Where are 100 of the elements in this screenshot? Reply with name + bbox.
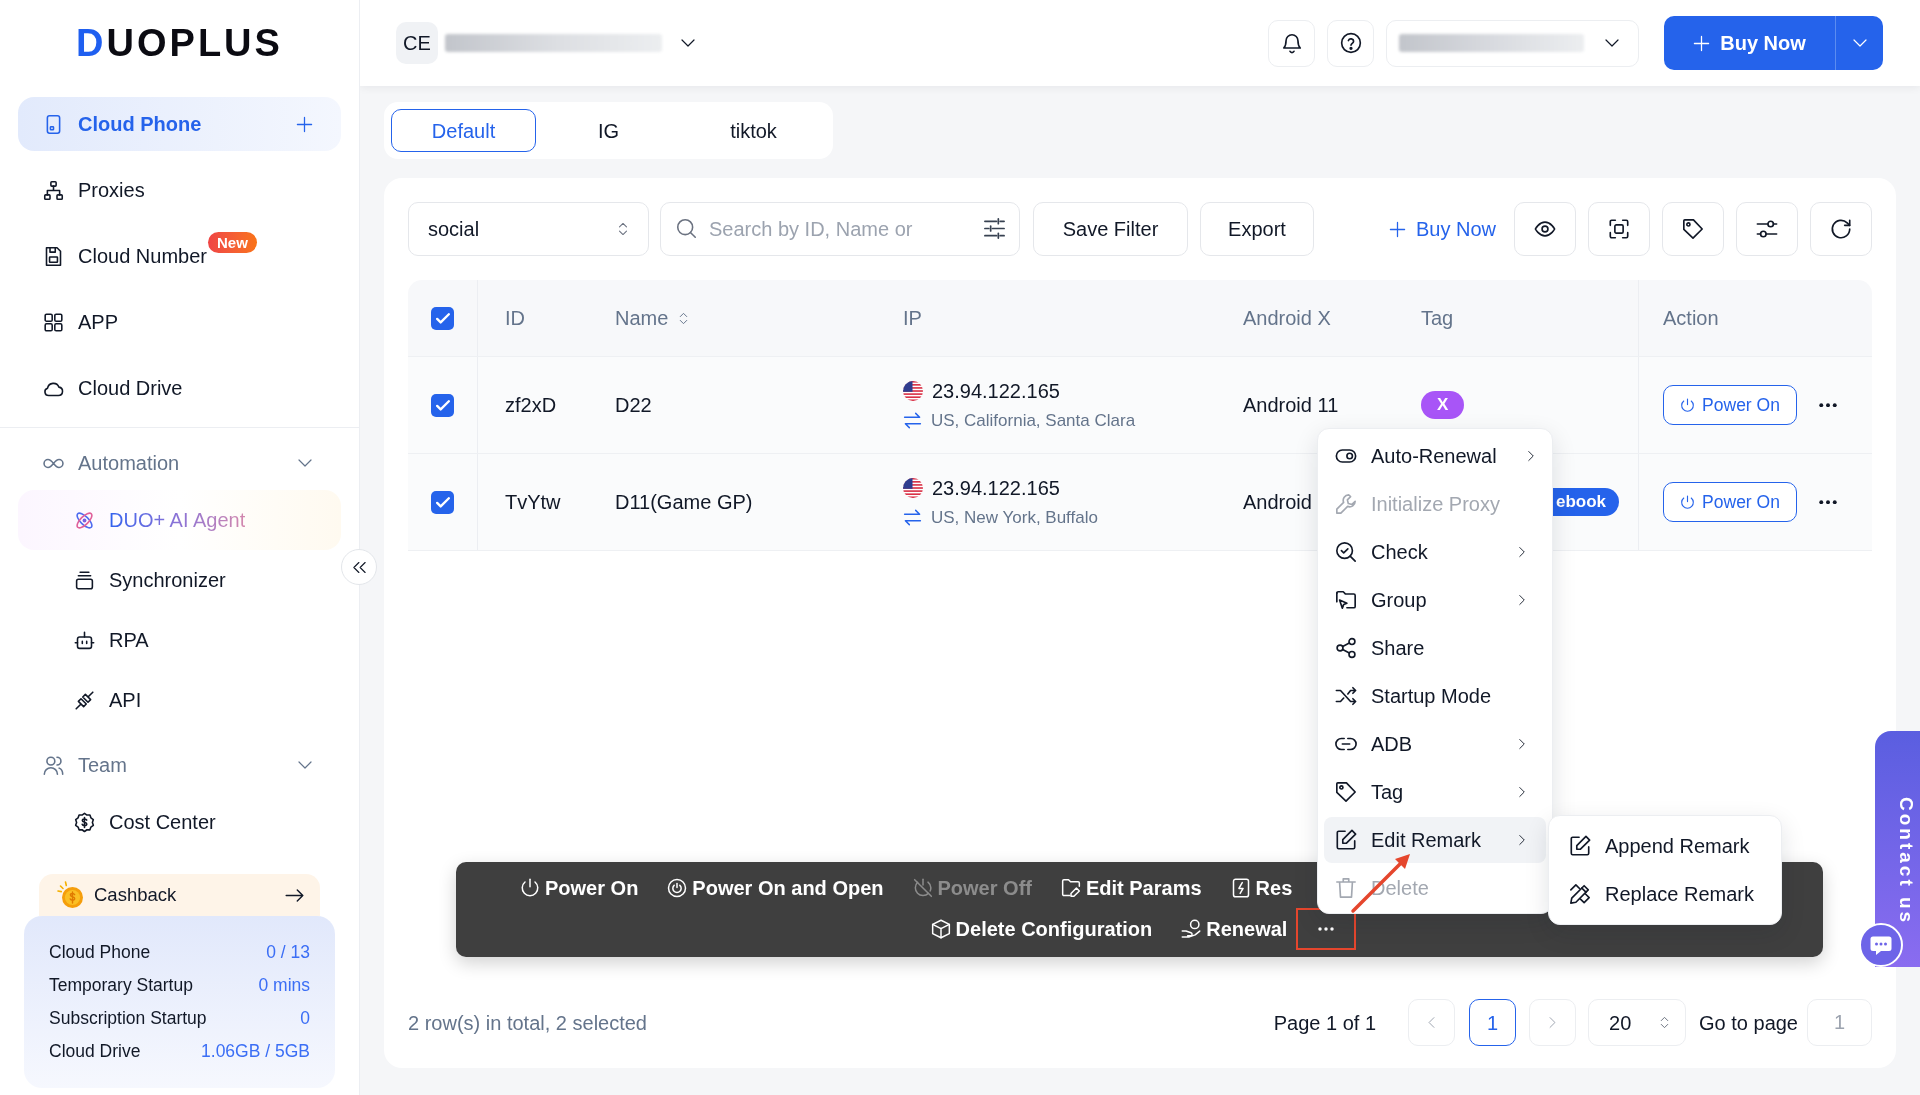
atom-icon [74, 509, 95, 531]
search-field[interactable]: Search by ID, Name or [660, 202, 1020, 256]
collapse-button[interactable] [341, 549, 377, 585]
visibility-button[interactable] [1514, 202, 1576, 256]
tag-icon [1682, 218, 1704, 240]
device-name: D22 [615, 393, 652, 418]
checkbox[interactable] [431, 306, 454, 330]
sidebar-section[interactable]: Team [18, 738, 341, 792]
coin-icon [57, 881, 85, 909]
sidebar-item[interactable]: Cost Center [18, 792, 341, 852]
plug-icon [74, 689, 95, 711]
bulk-action-button[interactable]: Power On and Open [667, 873, 884, 903]
help-button[interactable] [1327, 19, 1374, 67]
menu-item[interactable]: Share [1324, 625, 1546, 671]
page-size-select[interactable]: 20 [1588, 999, 1687, 1046]
tag-button[interactable] [1662, 202, 1724, 256]
tag-icon [1335, 781, 1357, 803]
page-button[interactable]: 1 [1469, 999, 1517, 1046]
contact-tab[interactable]: Contact us [1875, 731, 1920, 967]
usage-label: Cloud Drive [49, 1040, 141, 1064]
sidebar-item[interactable]: Cloud Drive [18, 361, 341, 415]
page-input[interactable]: 1 [1807, 999, 1872, 1046]
plus-icon[interactable] [296, 115, 313, 133]
screenshot-button[interactable] [1588, 202, 1650, 256]
tab[interactable]: tiktok [681, 109, 826, 152]
more-icon[interactable] [1819, 499, 1837, 505]
dropdown-button[interactable] [1835, 16, 1883, 70]
cashback-banner[interactable]: Cashback [39, 874, 320, 916]
menu-item[interactable]: Check [1324, 529, 1546, 575]
sidebar-item[interactable]: APP [18, 295, 341, 349]
bulk-action-button[interactable]: Renewal [1181, 914, 1288, 944]
power-circle-icon [667, 878, 688, 898]
menu-item[interactable]: Auto-Renewal [1324, 433, 1546, 479]
buy-now-link[interactable]: Buy Now [1388, 214, 1496, 244]
menu-item[interactable]: Startup Mode [1324, 673, 1546, 719]
settings-button[interactable] [1736, 202, 1798, 256]
edit-icon [1569, 835, 1591, 857]
bulk-action-button[interactable]: Power On [520, 873, 639, 903]
toolbar-button[interactable]: Save Filter [1033, 202, 1188, 256]
power-on-button[interactable]: Power On [1663, 482, 1797, 522]
buy-now-button[interactable]: Buy Now [1664, 16, 1835, 70]
bulk-action-button[interactable]: Edit Params [1060, 873, 1202, 903]
tab[interactable]: IG [536, 109, 681, 152]
magnifier-check-icon [1335, 541, 1357, 563]
menu-item[interactable]: Replace Remark [1555, 870, 1775, 918]
column-header: IP [903, 306, 922, 331]
refresh-button[interactable] [1810, 202, 1872, 256]
box-icon [930, 919, 951, 939]
sidebar-item[interactable]: API [18, 670, 341, 730]
coin-hand-icon [1181, 919, 1202, 939]
column-header: Name [615, 306, 669, 331]
device-name: D11(Game GP) [615, 490, 753, 515]
bulk-action-button[interactable]: Res [1230, 873, 1293, 903]
android-version: Android 11 [1243, 393, 1339, 418]
sim-card-icon [43, 245, 64, 267]
sidebar-section[interactable]: Automation [18, 436, 341, 490]
folder-edit-icon [1060, 878, 1081, 898]
tab[interactable]: Default [391, 109, 536, 152]
more-icon[interactable] [1318, 927, 1335, 931]
sliders-icon [1756, 218, 1778, 240]
menu-item[interactable]: Edit Remark [1324, 817, 1546, 863]
usage-value: 1.06GB / 5GB [201, 1040, 310, 1064]
menu-item[interactable]: Append Remark [1555, 822, 1775, 870]
menu-item[interactable]: ADB [1324, 721, 1546, 767]
share-icon [1335, 637, 1357, 659]
column-header: ID [505, 306, 525, 331]
bulk-action-button[interactable]: Delete Configuration [930, 914, 1153, 944]
sidebar-item[interactable]: Cloud Phone [18, 97, 341, 151]
column-header: Tag [1421, 306, 1454, 331]
usage-label: Subscription Startup [49, 1007, 207, 1031]
pencil-ruler-icon [1569, 883, 1591, 905]
group-select[interactable]: social [408, 202, 649, 256]
sliders-icon[interactable] [983, 217, 1006, 240]
row-count-text: 2 row(s) in total, 2 selected [408, 1010, 647, 1036]
sidebar-item[interactable]: Cloud Number New [18, 229, 341, 283]
menu-item[interactable]: Group [1324, 577, 1546, 623]
edit-icon [1335, 829, 1357, 851]
help-icon [1339, 32, 1362, 54]
sidebar-item[interactable]: DUO+ AI Agent [18, 490, 341, 550]
more-icon[interactable] [1819, 402, 1837, 408]
trash-icon [1335, 877, 1357, 899]
stack-icon [74, 569, 95, 591]
power-on-button[interactable]: Power On [1663, 385, 1797, 425]
toolbar-button[interactable]: Export [1200, 202, 1314, 256]
sidebar-item[interactable]: RPA [18, 610, 341, 670]
menu-item[interactable]: Tag [1324, 769, 1546, 815]
tag-badge: ebook [1553, 488, 1620, 516]
notifications-button[interactable] [1268, 19, 1315, 67]
device-id: TvYtw [505, 490, 561, 515]
sidebar-item[interactable]: Proxies [18, 163, 341, 217]
chat-icon[interactable] [1859, 923, 1903, 967]
refresh-icon [1830, 218, 1852, 240]
checkmark-icon [435, 399, 450, 411]
sidebar-item[interactable]: Synchronizer [18, 550, 341, 610]
team-avatar[interactable]: CE [396, 22, 438, 64]
checkbox[interactable] [431, 490, 454, 514]
usage-value: 0 / 13 [266, 941, 310, 965]
scan-icon [1608, 218, 1630, 240]
checkbox[interactable] [431, 393, 454, 417]
location-text: US, New York, Buffalo [931, 506, 1098, 529]
